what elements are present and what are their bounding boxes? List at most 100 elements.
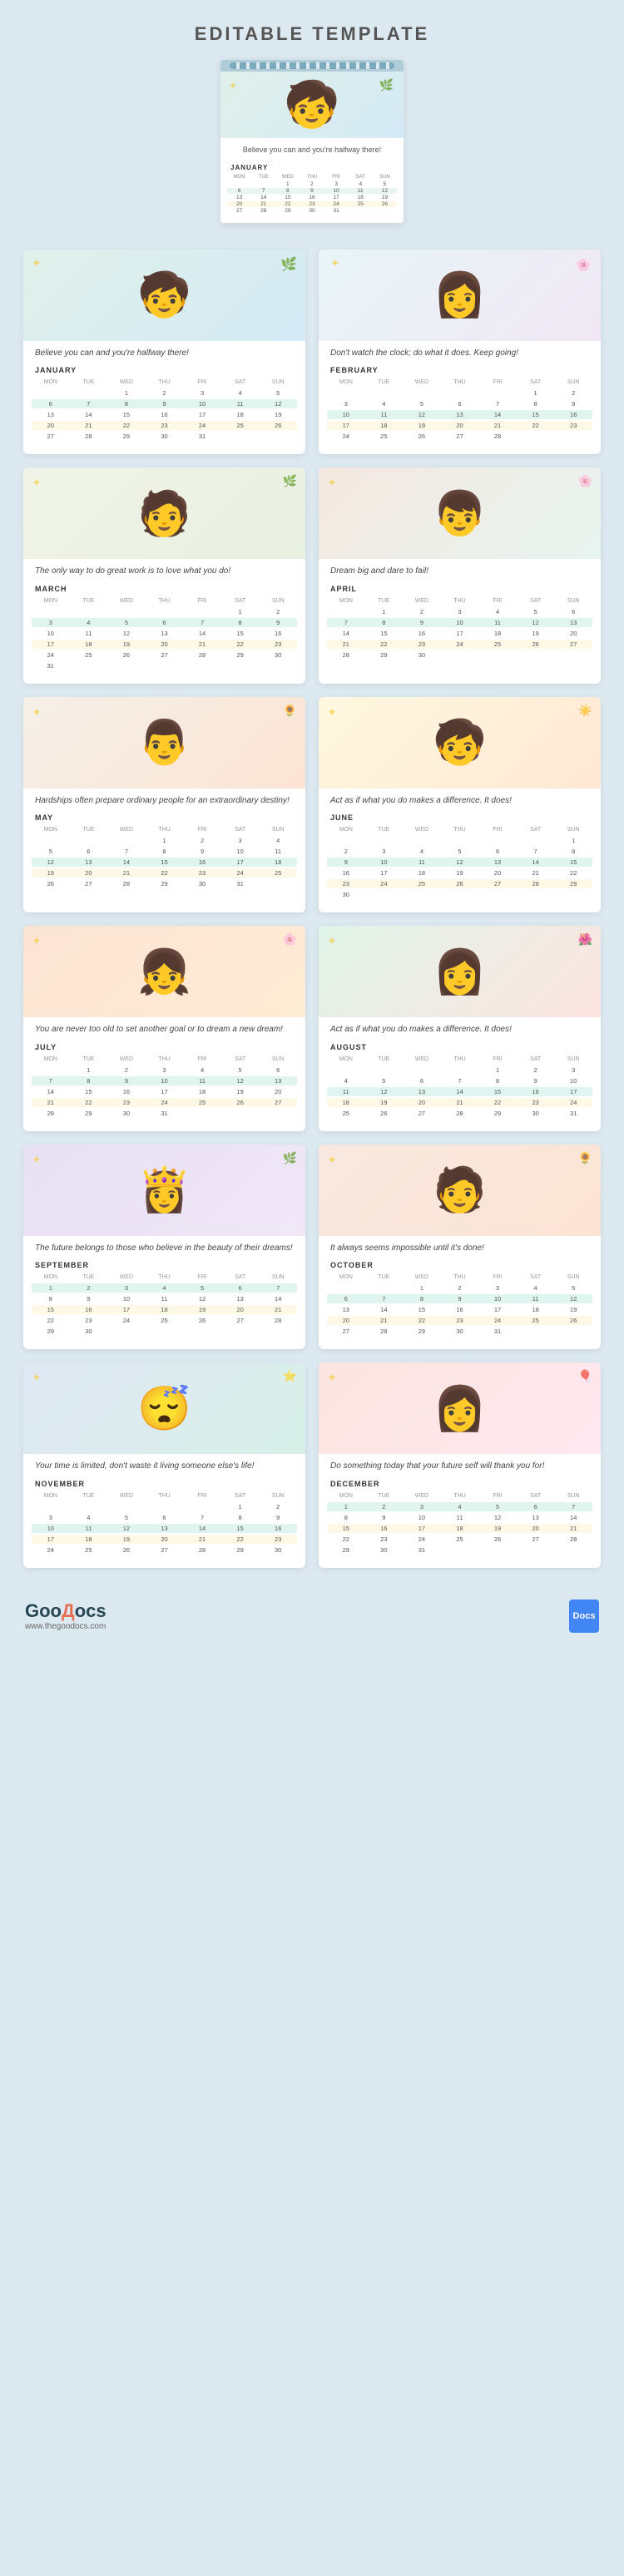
quote-may: Hardships often prepare ordinary people … — [23, 789, 305, 811]
card-may: ✦ 👨 🌻 Hardships often prepare ordinary p… — [23, 697, 305, 913]
cal-row: 22232425262728 — [327, 1535, 592, 1544]
cal-row: 20212223242526 — [32, 421, 297, 430]
cal-row: 30 — [327, 890, 592, 899]
card-january: ✦ 🧒 🌿 Believe you can and you're halfway… — [23, 250, 305, 455]
cal-row: 11121314151617 — [327, 1087, 592, 1096]
char-april: 👦 — [433, 488, 487, 539]
cal-row: 282930 — [327, 650, 592, 660]
month-label-november: NOVEMBER — [23, 1476, 305, 1490]
quote-november: Your time is limited, don't waste it liv… — [23, 1454, 305, 1476]
cal-row: 17181920212223 — [327, 421, 592, 430]
cal-row: 12345 — [327, 1283, 592, 1293]
cal-row: 1234567 — [327, 1502, 592, 1511]
cal-row: 12345 — [32, 388, 297, 398]
illus-april: ✦ 👦 🌸 — [319, 467, 601, 559]
cal-row: 19202122232425 — [32, 868, 297, 878]
cal-row: 123456 — [32, 1066, 297, 1075]
card-july: ✦ 👧 🌸 You are never too old to set anoth… — [23, 926, 305, 1131]
cal-row: 31 — [32, 661, 297, 670]
cal-row: 1 — [327, 836, 592, 845]
cal-row: 3456789 — [32, 1513, 297, 1522]
cal-row: 262728293031 — [32, 879, 297, 888]
char-october: 🧑 — [433, 1164, 487, 1215]
cal-row: 21222324252627 — [327, 640, 592, 649]
month-label-october: OCTOBER — [319, 1258, 601, 1271]
cal-row: 45678910 — [327, 1076, 592, 1085]
cal-row: 14151617181920 — [32, 1087, 297, 1096]
cal-row: 10111213141516 — [327, 410, 592, 419]
cal-row: 20212223242526 — [327, 1316, 592, 1325]
main-month-label: JANUARY — [220, 161, 404, 173]
illus-july: ✦ 👧 🌸 — [23, 926, 305, 1017]
quote-january: Believe you can and you're halfway there… — [23, 341, 305, 363]
cal-august: MONTUEWEDTHUFRISATSUN 123 45678910 11121… — [319, 1053, 601, 1123]
month-label-september: SEPTEMBER — [23, 1258, 305, 1271]
main-cal-row-1: 12345 — [227, 181, 397, 187]
cal-row: 23242526272829 — [327, 879, 592, 888]
cal-row: 13141516171819 — [32, 410, 297, 419]
docs-icon: Docs — [569, 1599, 599, 1633]
cal-row: 10111213141516 — [32, 629, 297, 638]
quote-june: Act as if what you do makes a difference… — [319, 789, 601, 811]
cal-row: 6789101112 — [32, 399, 297, 408]
quote-march: The only way to do great work is to love… — [23, 559, 305, 581]
char-june: 🧒 — [433, 717, 487, 768]
char-august: 👩 — [433, 947, 487, 997]
cal-may: MONTUEWEDTHUFRISATSUN 1234 567891011 121… — [23, 823, 305, 893]
months-grid: ✦ 🧒 🌿 Believe you can and you're halfway… — [0, 250, 624, 1568]
main-cal-header: MON TUE WED THU FRI SAT SUN — [227, 175, 397, 180]
main-mini-calendar: MON TUE WED THU FRI SAT SUN 12345 678910… — [220, 173, 404, 223]
quote-september: The future belongs to those who believe … — [23, 1236, 305, 1258]
page-title: EDITABLE TEMPLATE — [0, 0, 624, 60]
cal-row: 2425262728 — [327, 432, 592, 441]
illus-november: ✦ 😴 ⭐ — [23, 1362, 305, 1454]
illus-january: ✦ 🧒 🌿 — [23, 250, 305, 341]
cal-row: 3456789 — [32, 618, 297, 627]
month-label-april: APRIL — [319, 581, 601, 595]
cal-december: MONTUEWEDTHUFRISATSUN 1234567 8910111213… — [319, 1490, 601, 1560]
char-may: 👨 — [137, 717, 191, 768]
illus-may: ✦ 👨 🌻 — [23, 697, 305, 789]
illus-october: ✦ 🧑 🌻 — [319, 1145, 601, 1236]
cal-row: 25262728293031 — [327, 1109, 592, 1118]
char-march: 🧑 — [137, 488, 191, 539]
cal-row: 24252627282930 — [32, 1545, 297, 1555]
card-february: ✦ 👩 🌸 Don't watch the clock; do what it … — [319, 250, 601, 455]
illus-february: ✦ 👩 🌸 — [319, 250, 601, 341]
cal-row: 567891011 — [32, 847, 297, 856]
cal-row: 12131415161718 — [32, 858, 297, 867]
char-february: 👩 — [433, 269, 487, 320]
month-label-may: MAY — [23, 810, 305, 823]
cal-row: 12 — [32, 607, 297, 616]
quote-october: It always seems impossible until it's do… — [319, 1236, 601, 1258]
cal-row: 24252627282930 — [32, 650, 297, 660]
cal-row: 123456 — [327, 607, 592, 616]
cal-row: 12 — [32, 1502, 297, 1511]
quote-february: Don't watch the clock; do what it does. … — [319, 341, 601, 363]
char-november: 😴 — [137, 1383, 191, 1434]
card-september: ✦ 👸 🌿 The future belongs to those who be… — [23, 1145, 305, 1350]
cal-row: 18192021222324 — [327, 1098, 592, 1107]
cal-row: 891011121314 — [327, 1513, 592, 1522]
card-october: ✦ 🧑 🌻 It always seems impossible until i… — [319, 1145, 601, 1350]
card-august: ✦ 👩 🌺 Act as if what you do makes a diff… — [319, 926, 601, 1131]
footer-logo: GooДocs — [25, 1600, 106, 1622]
cal-january: MONTUEWEDTHUFRISATSUN 12345 6789101112 1… — [23, 376, 305, 446]
illus-august: ✦ 👩 🌺 — [319, 926, 601, 1017]
quote-april: Dream big and dare to fail! — [319, 559, 601, 581]
card-march: ✦ 🧑 🌿 The only way to do great work is t… — [23, 467, 305, 684]
cal-row: 78910111213 — [327, 618, 592, 627]
month-label-june: JUNE — [319, 810, 601, 823]
main-calendar-preview: ✦ 🧒 🌿 Believe you can and you're halfway… — [0, 60, 624, 223]
cal-row: 1234567 — [32, 1283, 297, 1293]
cal-october: MONTUEWEDTHUFRISATSUN 12345 6789101112 1… — [319, 1271, 601, 1341]
month-label-december: DECEMBER — [319, 1476, 601, 1490]
cal-july: MONTUEWEDTHUFRISATSUN 123456 78910111213… — [23, 1053, 305, 1123]
cal-september: MONTUEWEDTHUFRISATSUN 1234567 8910111213… — [23, 1271, 305, 1341]
char-december: 👩 — [433, 1383, 487, 1434]
main-cal-row-4: 20212223242526 — [227, 201, 397, 207]
cal-row: 10111213141516 — [32, 1524, 297, 1533]
cal-april: MONTUEWEDTHUFRISATSUN 123456 78910111213… — [319, 595, 601, 665]
illus-june: ✦ 🧒 ☀️ — [319, 697, 601, 789]
main-cal-row-2: 6789101112 — [227, 188, 397, 194]
